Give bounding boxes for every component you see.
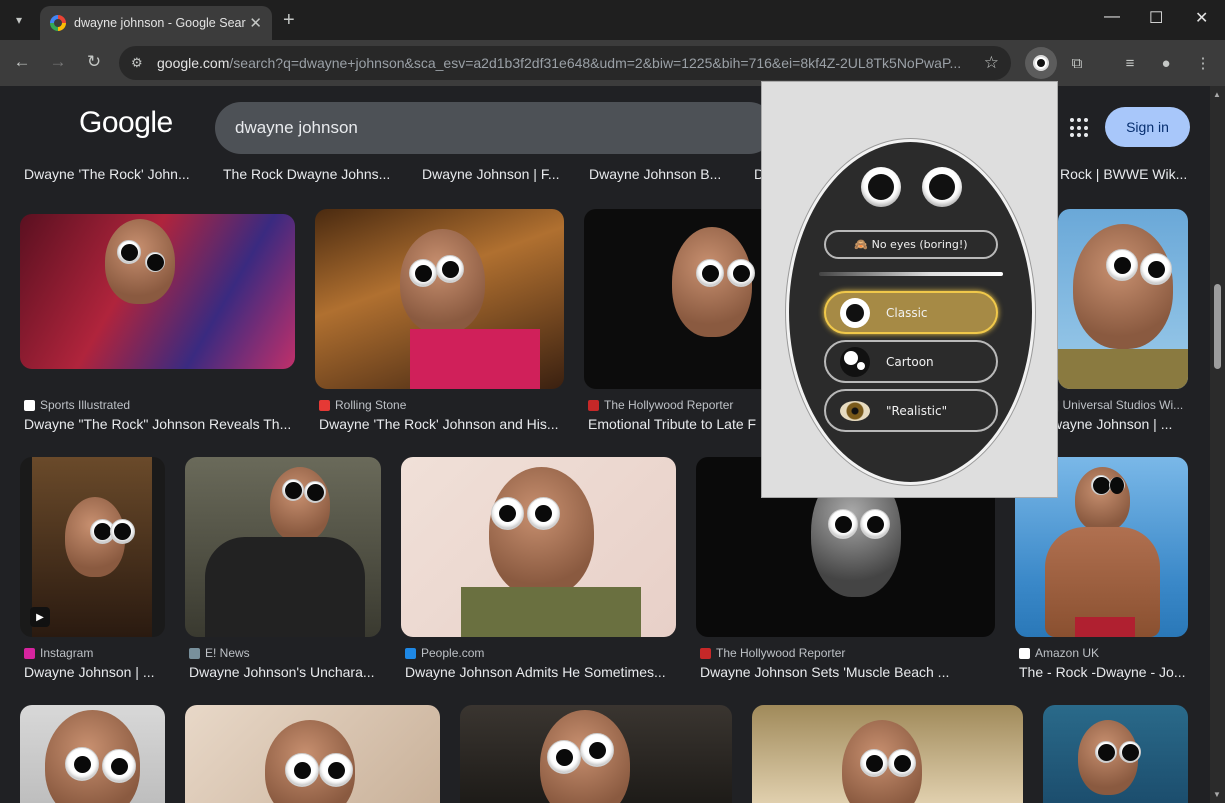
tab-title: dwayne johnson - Google Search <box>74 16 246 30</box>
result-image[interactable] <box>752 705 1023 803</box>
browser-tab[interactable]: dwayne johnson - Google Search ✕ <box>40 6 272 40</box>
bookmark-star-icon[interactable]: ☆ <box>984 53 999 73</box>
result-image[interactable] <box>20 705 165 803</box>
result-image[interactable] <box>460 705 732 803</box>
result-source: | Universal Studios Wi... <box>1056 398 1184 412</box>
media-control-icon[interactable]: ≡ <box>1114 47 1146 79</box>
maximize-icon[interactable]: ☐ <box>1149 8 1163 28</box>
popup-oval: 🙈 No eyes (boring!) Classic Cartoon "Rea… <box>786 139 1035 485</box>
result-caption[interactable]: Dwayne 'The Rock' John... <box>24 166 190 182</box>
scrollbar-thumb[interactable] <box>1214 284 1221 369</box>
result-caption[interactable]: The - Rock -Dwayne - Jo... <box>1019 664 1189 680</box>
result-image[interactable] <box>1043 705 1188 803</box>
cartoon-eye-icon <box>840 346 870 377</box>
googly-eye-icon <box>922 167 962 207</box>
site-info-icon[interactable]: ⚙ <box>131 55 149 71</box>
minimize-icon[interactable]: — <box>1104 8 1120 26</box>
googly-eyes-popup: 🙈 No eyes (boring!) Classic Cartoon "Rea… <box>761 81 1058 498</box>
scroll-up-icon[interactable]: ▲ <box>1213 90 1221 99</box>
no-eyes-button[interactable]: 🙈 No eyes (boring!) <box>824 230 998 259</box>
result-image[interactable] <box>1058 209 1188 389</box>
reload-icon[interactable]: ↻ <box>83 52 105 72</box>
result-caption[interactable]: Dwayne Johnson Admits He Sometimes... <box>405 664 675 680</box>
result-caption[interactable]: Dwayne Johnson | F... <box>422 166 559 182</box>
result-image[interactable] <box>401 457 676 637</box>
google-logo[interactable]: Google <box>79 106 173 140</box>
address-bar[interactable]: ⚙ google.com/search?q=dwayne+johnson&sca… <box>119 46 1011 80</box>
new-tab-button[interactable]: + <box>283 9 295 31</box>
result-source: Rolling Stone <box>319 398 406 412</box>
classic-eye-icon <box>840 297 870 328</box>
result-image[interactable] <box>185 457 381 637</box>
google-favicon-icon <box>50 15 66 31</box>
close-tab-icon[interactable]: ✕ <box>249 14 262 32</box>
result-caption[interactable]: Dwayne "The Rock" Johnson Reveals Th... <box>24 416 294 432</box>
scroll-down-icon[interactable]: ▼ <box>1213 790 1221 799</box>
result-image[interactable] <box>315 209 564 389</box>
forward-icon[interactable]: → <box>47 52 69 72</box>
result-caption[interactable]: Dwayne Johnson | ... <box>24 664 164 680</box>
result-image[interactable]: ▶ <box>20 457 165 637</box>
video-play-icon: ▶ <box>30 607 50 627</box>
divider <box>819 272 1003 276</box>
url-text[interactable]: google.com/search?q=dwayne+johnson&sca_e… <box>157 55 969 71</box>
classic-option-button[interactable]: Classic <box>824 291 998 334</box>
googly-eye-icon <box>861 167 901 207</box>
tab-strip: ▾ dwayne johnson - Google Search ✕ + — ☐… <box>0 0 1225 40</box>
result-image[interactable] <box>185 705 440 803</box>
result-source: E! News <box>189 646 250 660</box>
result-caption[interactable]: Emotional Tribute to Late F <box>588 416 763 432</box>
page-scrollbar[interactable]: ▲ ▼ <box>1210 86 1225 803</box>
result-caption[interactable]: Dwayne Johnson B... <box>589 166 721 182</box>
extensions-puzzle-icon[interactable]: ⧉ <box>1061 47 1093 79</box>
result-source: Amazon UK <box>1019 646 1099 660</box>
result-caption[interactable]: Dwayne Johnson's Uncharа... <box>189 664 379 680</box>
result-source: The Hollywood Reporter <box>700 646 845 660</box>
result-caption[interactable]: The Rock Dwayne Johns... <box>223 166 390 182</box>
result-caption[interactable]: Rock | BWWE Wik... <box>1060 166 1187 182</box>
result-image[interactable] <box>584 209 774 389</box>
result-source: The Hollywood Reporter <box>588 398 733 412</box>
result-caption[interactable]: Dwayne Johnson Sets 'Muscle Beach ... <box>700 664 990 680</box>
window-close-icon[interactable]: ✕ <box>1195 8 1208 28</box>
result-source: Instagram <box>24 646 93 660</box>
result-caption[interactable]: Dwayne 'The Rock' Johnson and His... <box>319 416 564 432</box>
realistic-option-button[interactable]: "Realistic" <box>824 389 998 432</box>
cartoon-option-button[interactable]: Cartoon <box>824 340 998 383</box>
googly-eyes-extension-icon[interactable] <box>1025 47 1057 79</box>
result-source: Sports Illustrated <box>24 398 130 412</box>
browser-toolbar: ← → ↻ ⚙ google.com/search?q=dwayne+johns… <box>0 40 1225 86</box>
back-icon[interactable]: ← <box>11 52 33 72</box>
result-image[interactable] <box>20 214 295 369</box>
sign-in-button[interactable]: Sign in <box>1105 107 1190 147</box>
chrome-menu-icon[interactable]: ⋮ <box>1187 47 1219 79</box>
profile-icon[interactable]: ● <box>1150 47 1182 79</box>
result-source: People.com <box>405 646 484 660</box>
realistic-eye-icon <box>840 400 870 421</box>
google-apps-icon[interactable] <box>1070 118 1090 138</box>
tab-search-icon[interactable]: ▾ <box>8 9 30 31</box>
result-caption[interactable]: wayne Johnson | ... <box>1052 416 1192 432</box>
search-input[interactable]: dwayne johnson <box>215 102 775 154</box>
